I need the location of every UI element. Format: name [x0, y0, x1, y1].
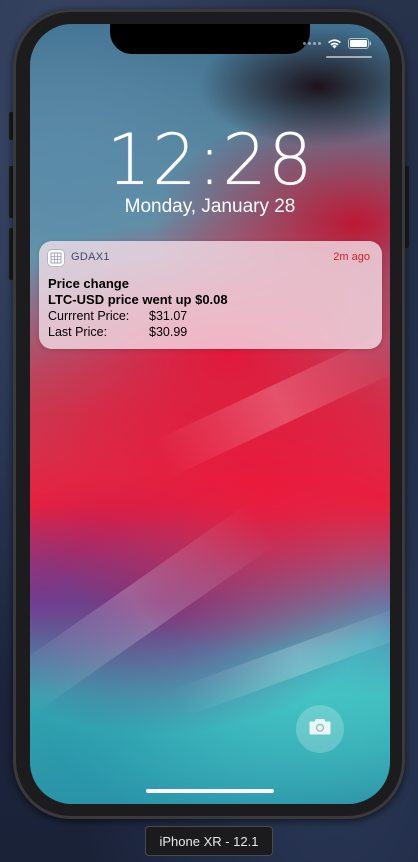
simulator-desktop-background: 12:28 Monday, January 28 GDAX1 2m ago Pr…: [0, 0, 418, 862]
last-price-label: Last Price:: [48, 325, 108, 339]
battery-icon: [348, 37, 372, 49]
lock-screen-time: 12:28: [106, 119, 314, 201]
home-indicator[interactable]: [146, 789, 274, 793]
signal-dots-icon: [303, 41, 321, 45]
lock-screen-date: Monday, January 28: [124, 196, 296, 217]
camera-button[interactable]: [296, 705, 344, 753]
simulator-device-label: iPhone XR - 12.1: [145, 826, 273, 856]
current-price-label: Currrent Price:: [48, 309, 130, 323]
notification-time: 2m ago: [333, 251, 370, 263]
phone-frame: 12:28 Monday, January 28 GDAX1 2m ago Pr…: [13, 9, 405, 819]
status-bar: [303, 36, 372, 50]
current-price-value: $31.07: [149, 309, 188, 323]
notification-app-name: GDAX1: [71, 251, 110, 263]
notification-line-last-price: Last Price: $30.99: [48, 325, 187, 339]
notch: [110, 24, 310, 54]
wifi-icon: [327, 38, 342, 49]
notification-header: GDAX1 2m ago: [39, 241, 382, 275]
lock-screen[interactable]: 12:28 Monday, January 28 GDAX1 2m ago Pr…: [30, 24, 390, 804]
control-center-indicator[interactable]: [326, 56, 372, 58]
notification-subtitle: LTC-USD price went up $0.08: [48, 292, 228, 307]
notification-title: Price change: [48, 276, 129, 291]
notification-line-current-price: Currrent Price: $31.07: [48, 309, 187, 323]
notification-card[interactable]: GDAX1 2m ago Price change LTC-USD price …: [39, 241, 382, 349]
gdax-app-icon: [48, 250, 64, 266]
camera-icon: [309, 718, 331, 740]
last-price-value: $30.99: [149, 325, 188, 339]
